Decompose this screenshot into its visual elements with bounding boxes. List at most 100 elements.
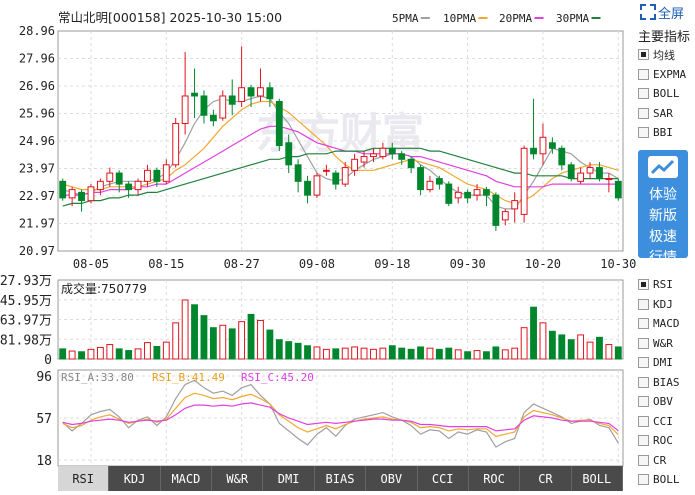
fullscreen-icon xyxy=(640,4,656,20)
sub-indicator-option-kdj[interactable]: KDJ xyxy=(638,295,695,315)
sub-indicator-option-label: W&R xyxy=(653,336,673,350)
candle-body xyxy=(520,147,528,215)
volume-bar xyxy=(370,348,377,360)
volume-bar xyxy=(351,346,359,360)
tab-rsi[interactable]: RSI xyxy=(58,466,110,491)
price-x-axis: 08-05 08-15 08-27 09-08 09-18 09-30 10-20 10-30 xyxy=(73,257,636,271)
price-y-tick: 27.96 xyxy=(19,52,55,66)
tab-cr[interactable]: CR xyxy=(520,466,572,491)
volume-bar xyxy=(473,350,481,360)
sub-indicator-option-obv[interactable]: OBV xyxy=(638,392,695,412)
chart-canvas: 东方财富 28.9627.9626.9625.9624.9623.9722.97… xyxy=(0,10,636,469)
tab-kdj[interactable]: KDJ xyxy=(109,466,161,491)
candle-body xyxy=(530,147,537,155)
tab-boll[interactable]: BOLL xyxy=(572,466,623,491)
new-version-promo[interactable]: 体验 新版 极速 行情 xyxy=(638,150,688,266)
volume-bar xyxy=(520,327,528,360)
sub-indicator-option-roc[interactable]: ROC xyxy=(638,431,695,451)
volume-bar xyxy=(125,350,133,360)
candle-body xyxy=(191,92,198,97)
volume-bar xyxy=(417,346,424,360)
tab-bias[interactable]: BIAS xyxy=(315,466,367,491)
checkbox-icon[interactable] xyxy=(638,88,649,100)
volume-bar xyxy=(172,322,180,360)
sub-indicator-option-cr[interactable]: CR xyxy=(638,451,695,471)
checkbox-icon[interactable] xyxy=(638,49,649,61)
candle-body xyxy=(473,189,481,196)
checkbox-icon[interactable] xyxy=(638,454,649,466)
volume-bar xyxy=(483,351,490,360)
candle xyxy=(313,173,321,198)
sub-indicator-option-wr[interactable]: W&R xyxy=(638,334,695,354)
checkbox-icon[interactable] xyxy=(638,127,649,139)
fullscreen-label: 全屏 xyxy=(658,6,685,22)
volume-y-tick: 327.93万 xyxy=(0,274,52,289)
checkbox-icon[interactable] xyxy=(638,298,649,310)
checkbox-icon[interactable] xyxy=(638,107,649,119)
candle-body xyxy=(332,172,340,185)
candle-body xyxy=(125,183,133,191)
price-y-tick: 21.97 xyxy=(19,217,55,231)
checkbox-icon[interactable] xyxy=(638,318,649,330)
sub-indicator-option-rsi[interactable]: RSI xyxy=(638,275,695,295)
sub-indicator-option-label: RSI xyxy=(653,278,673,292)
volume-bar xyxy=(219,324,227,360)
checkbox-icon[interactable] xyxy=(638,337,649,349)
candle-body xyxy=(596,167,603,180)
tab-macd[interactable]: MACD xyxy=(161,466,213,491)
volume-panel: 327.93万 245.95万 163.97万 81.98万 0 成交量:750779 xyxy=(0,274,624,368)
volume-bar xyxy=(228,328,236,360)
main-indicator-option-label: BOLL xyxy=(653,87,680,101)
main-indicator-list: 均线 EXPMA BOLL SAR BBI xyxy=(638,45,695,143)
volume-bar xyxy=(322,348,330,360)
main-indicator-option-0[interactable]: 均线 xyxy=(638,45,695,65)
candle xyxy=(275,98,283,152)
volume-bar xyxy=(388,345,396,360)
main-indicator-option-boll[interactable]: BOLL xyxy=(638,84,695,104)
volume-y-axis: 327.93万 245.95万 163.97万 81.98万 0 xyxy=(0,274,52,368)
volume-bar xyxy=(115,348,123,360)
checkbox-icon[interactable] xyxy=(638,68,649,80)
volume-bar xyxy=(266,329,274,360)
candle-body xyxy=(341,167,349,185)
checkbox-icon[interactable] xyxy=(638,415,649,427)
volume-bar xyxy=(596,336,603,360)
fullscreen-button[interactable]: 全屏 xyxy=(640,2,695,22)
tab-cci[interactable]: CCI xyxy=(418,466,469,491)
checkbox-icon[interactable] xyxy=(638,474,649,486)
sub-indicator-option-boll[interactable]: BOLL xyxy=(638,470,695,490)
rsi-a-label: RSI_A:33.80 xyxy=(61,371,134,384)
price-y-axis: 28.96 27.96 26.96 25.96 24.96 23.97 22.97 21.97… xyxy=(19,24,55,258)
sub-indicator-option-label: OBV xyxy=(653,395,673,409)
volume-bar xyxy=(209,327,217,360)
candle-body xyxy=(153,169,161,182)
volume-bar xyxy=(257,319,264,360)
tab-wr[interactable]: W&R xyxy=(212,466,264,491)
legend-label-0: 5PMA xyxy=(392,12,419,25)
tab-roc[interactable]: ROC xyxy=(469,466,521,491)
tab-dmi[interactable]: DMI xyxy=(263,466,315,491)
checkbox-icon[interactable] xyxy=(638,357,649,369)
checkbox-icon[interactable] xyxy=(638,279,649,291)
candle-body xyxy=(134,180,142,191)
rsi-y-axis: 96 57 18 xyxy=(36,370,52,469)
sub-indicator-option-bias[interactable]: BIAS xyxy=(638,373,695,393)
main-indicator-option-bbi[interactable]: BBI xyxy=(638,123,695,143)
checkbox-icon[interactable] xyxy=(638,435,649,447)
candle-body xyxy=(162,164,170,182)
main-indicator-option-expma[interactable]: EXPMA xyxy=(638,65,695,85)
checkbox-icon[interactable] xyxy=(638,396,649,408)
volume-bar xyxy=(586,341,594,360)
sub-indicator-option-macd[interactable]: MACD xyxy=(638,314,695,334)
promo-line: 体验 xyxy=(649,187,677,203)
rsi-b-label: RSI_B:41.49 xyxy=(152,371,225,384)
sub-indicator-option-cci[interactable]: CCI xyxy=(638,412,695,432)
tab-obv[interactable]: OBV xyxy=(366,466,418,491)
main-indicator-option-sar[interactable]: SAR xyxy=(638,104,695,124)
volume-label: 成交量:750779 xyxy=(61,281,147,296)
sub-indicator-option-dmi[interactable]: DMI xyxy=(638,353,695,373)
volume-y-tick: 163.97万 xyxy=(0,314,52,329)
candle-body xyxy=(219,95,227,119)
checkbox-icon[interactable] xyxy=(638,376,649,388)
volume-bar xyxy=(285,341,293,360)
